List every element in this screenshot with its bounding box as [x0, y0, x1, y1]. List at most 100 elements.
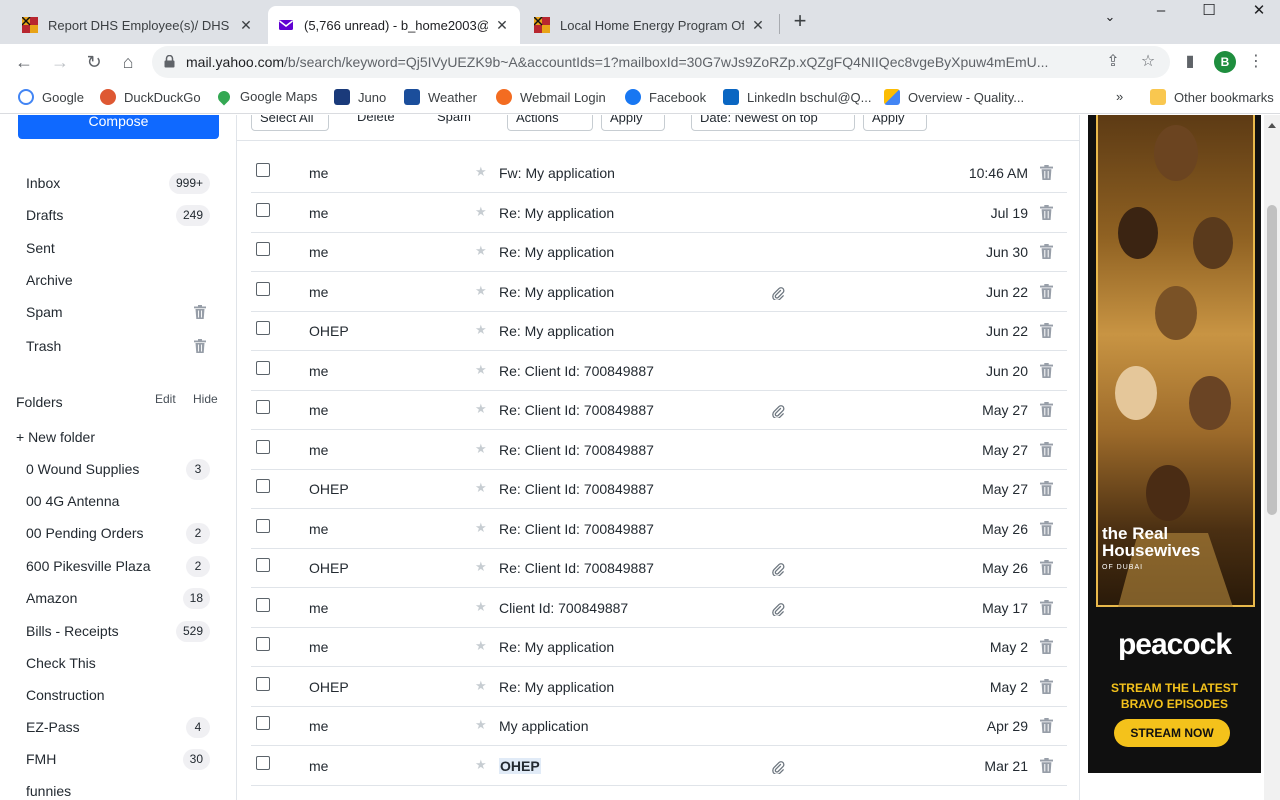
empty-spam-trash-icon[interactable] [194, 305, 206, 319]
message-row[interactable]: me ★ Re: Client Id: 700849887 May 27 [251, 431, 1067, 470]
message-checkbox[interactable] [256, 597, 270, 612]
message-checkbox[interactable] [256, 360, 270, 375]
delete-trash-icon[interactable] [1040, 718, 1053, 733]
message-checkbox[interactable] [256, 242, 270, 256]
bookmark-star-icon[interactable]: ☆ [1138, 52, 1158, 72]
message-checkbox[interactable] [256, 321, 270, 335]
bookmark-webmail-login[interactable]: Webmail Login [496, 89, 606, 105]
star-icon[interactable]: ★ [475, 520, 487, 536]
message-row[interactable]: me ★ Re: My application Jun 30 [251, 233, 1067, 272]
page-scrollbar[interactable] [1264, 115, 1280, 800]
folders-edit-link[interactable]: Edit [155, 392, 176, 406]
bookmark-weather[interactable]: Weather [404, 89, 477, 105]
apply-sort-button[interactable]: Apply [863, 115, 927, 131]
minimize-icon[interactable]: – [1138, 0, 1184, 24]
tab-report-dhs[interactable]: Report DHS Employee(s)/ DHS Co ✕ [12, 6, 264, 44]
tab-search-chevron-icon[interactable]: ⌄ [1087, 6, 1133, 30]
folder-item-600-pikesville-plaza[interactable]: 600 Pikesville Plaza 2 [0, 551, 236, 581]
star-icon[interactable]: ★ [475, 717, 487, 733]
scroll-thumb[interactable] [1267, 205, 1277, 515]
tab-local-home-energy[interactable]: Local Home Energy Program Offi ✕ [524, 6, 776, 44]
folders-header[interactable]: Folders [16, 394, 63, 410]
bookmark-google[interactable]: Google [18, 89, 84, 105]
empty-trash-icon[interactable] [194, 339, 206, 353]
star-icon[interactable]: ★ [475, 757, 487, 773]
message-checkbox[interactable] [256, 202, 270, 217]
bookmark-linkedin[interactable]: LinkedIn bschul@Q... [723, 89, 871, 105]
message-row[interactable]: me ★ My application Apr 29 [251, 707, 1067, 746]
star-icon[interactable]: ★ [475, 362, 487, 378]
other-bookmarks[interactable]: Other bookmarks [1150, 89, 1274, 105]
message-row[interactable]: me ★ Re: Client Id: 700849887 May 27 [251, 391, 1067, 430]
select-all-button[interactable]: Select All [251, 115, 329, 131]
apply-button[interactable]: Apply [601, 115, 665, 131]
message-row[interactable]: OHEP ★ Re: My application Jun 22 [251, 312, 1067, 351]
message-checkbox[interactable] [256, 479, 270, 493]
sidebar-item-archive[interactable]: Archive [0, 265, 236, 295]
folder-item-0-wound-supplies[interactable]: 0 Wound Supplies 3 [0, 454, 236, 484]
delete-trash-icon[interactable] [1040, 520, 1053, 536]
star-icon[interactable]: ★ [475, 678, 487, 694]
star-icon[interactable]: ★ [475, 204, 487, 220]
delete-trash-icon[interactable] [1040, 639, 1053, 654]
window-close-icon[interactable]: ✕ [1236, 0, 1280, 24]
folder-item-amazon[interactable]: Amazon 18 [0, 583, 236, 613]
message-row[interactable]: me ★ OHEP Mar 21 [251, 747, 1067, 786]
close-icon[interactable]: ✕ [238, 17, 254, 34]
close-icon[interactable]: ✕ [494, 17, 510, 34]
scroll-up-arrow-icon[interactable] [1268, 123, 1276, 128]
tab-yahoo-mail[interactable]: (5,766 unread) - b_home2003@ya ✕ [268, 6, 520, 44]
delete-trash-icon[interactable] [1040, 165, 1053, 180]
folder-item-00-pending-orders[interactable]: 00 Pending Orders 2 [0, 518, 236, 548]
delete-button[interactable]: Delete [349, 115, 419, 131]
star-icon[interactable]: ★ [475, 164, 487, 180]
message-checkbox[interactable] [256, 439, 270, 454]
sidebar-item-trash[interactable]: Trash [0, 331, 236, 361]
message-checkbox[interactable] [256, 716, 270, 730]
message-row[interactable]: OHEP ★ Re: Client Id: 700849887 May 26 [251, 549, 1067, 588]
bookmark-duckduckgo[interactable]: DuckDuckGo [100, 89, 201, 105]
back-arrow-icon[interactable]: ← [12, 50, 36, 74]
star-icon[interactable]: ★ [475, 401, 487, 417]
star-icon[interactable]: ★ [475, 441, 487, 457]
star-icon[interactable]: ★ [475, 638, 487, 654]
compose-button[interactable]: Compose [18, 115, 219, 139]
address-bar[interactable]: mail.yahoo.com/b/search/keyword=Qj5IVyUE… [152, 46, 1170, 78]
message-row[interactable]: OHEP ★ Re: My application May 2 [251, 668, 1067, 707]
delete-trash-icon[interactable] [1040, 678, 1053, 694]
delete-trash-icon[interactable] [1040, 560, 1053, 575]
star-icon[interactable]: ★ [475, 480, 487, 496]
folders-hide-link[interactable]: Hide [193, 392, 218, 406]
star-icon[interactable]: ★ [475, 322, 487, 338]
bookmark-facebook[interactable]: Facebook [625, 89, 706, 105]
star-icon[interactable]: ★ [475, 559, 487, 575]
message-row[interactable]: me ★ Re: My application May 2 [251, 628, 1067, 667]
star-icon[interactable]: ★ [475, 243, 487, 259]
peacock-ad-banner[interactable]: the Real Housewives OF DUBAI peacock STR… [1088, 115, 1261, 773]
profile-avatar[interactable]: B [1214, 51, 1236, 73]
message-row[interactable]: me ★ Re: Client Id: 700849887 May 26 [251, 510, 1067, 549]
message-checkbox[interactable] [256, 755, 270, 770]
kebab-menu-icon[interactable]: ⋮ [1246, 52, 1266, 72]
star-icon[interactable]: ★ [475, 283, 487, 299]
delete-trash-icon[interactable] [1040, 402, 1053, 417]
new-tab-plus-icon[interactable]: + [788, 10, 812, 34]
home-icon[interactable]: ⌂ [116, 50, 140, 74]
bookmark-overview-quality[interactable]: Overview - Quality... [884, 89, 1024, 105]
message-checkbox[interactable] [256, 400, 270, 414]
bookmark-google-maps[interactable]: Google Maps [215, 88, 317, 105]
side-panel-icon[interactable]: ▮ [1180, 52, 1200, 72]
message-row[interactable]: me ★ Client Id: 700849887 May 17 [251, 589, 1067, 628]
star-icon[interactable]: ★ [475, 599, 487, 615]
message-checkbox[interactable] [256, 637, 270, 651]
bookmark-juno[interactable]: Juno [334, 89, 386, 105]
message-checkbox[interactable] [256, 163, 270, 177]
sidebar-item-spam[interactable]: Spam [0, 297, 236, 327]
delete-trash-icon[interactable] [1040, 323, 1053, 338]
sidebar-item-inbox[interactable]: Inbox 999+ [0, 168, 236, 198]
delete-trash-icon[interactable] [1040, 481, 1053, 496]
new-folder-button[interactable]: + New folder [16, 429, 95, 445]
bookmarks-overflow-icon[interactable]: » [1116, 89, 1123, 104]
spam-button[interactable]: Spam [429, 115, 495, 131]
delete-trash-icon[interactable] [1040, 244, 1053, 259]
